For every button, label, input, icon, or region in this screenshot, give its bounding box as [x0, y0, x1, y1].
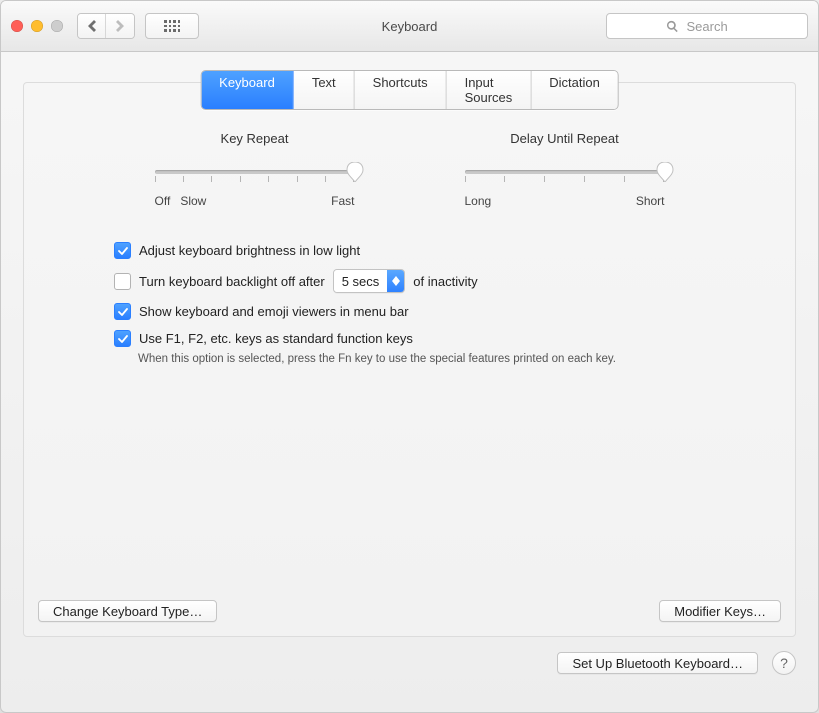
- bluetooth-keyboard-button[interactable]: Set Up Bluetooth Keyboard…: [557, 652, 758, 674]
- tab-bar: Keyboard Text Shortcuts Input Sources Di…: [200, 70, 619, 110]
- delay-group: Delay Until Repeat Long Short: [465, 131, 665, 208]
- tab-shortcuts[interactable]: Shortcuts: [355, 71, 447, 109]
- nav-forward-button[interactable]: [106, 14, 134, 38]
- key-repeat-off-label: Off: [155, 194, 171, 208]
- backlight-label-suffix: of inactivity: [413, 274, 477, 289]
- show-all-prefs-button[interactable]: [145, 13, 199, 39]
- delay-short-label: Short: [636, 194, 665, 208]
- brightness-label: Adjust keyboard brightness in low light: [139, 243, 360, 258]
- tab-text[interactable]: Text: [294, 71, 355, 109]
- key-repeat-slow-label: Slow: [180, 194, 206, 208]
- delay-title: Delay Until Repeat: [465, 131, 665, 146]
- key-repeat-title: Key Repeat: [155, 131, 355, 146]
- chevron-left-icon: [88, 20, 96, 32]
- options-list: Adjust keyboard brightness in low light …: [114, 242, 795, 365]
- option-fnkeys-row: Use F1, F2, etc. keys as standard functi…: [114, 330, 795, 347]
- zoom-window-button[interactable]: [51, 20, 63, 32]
- search-icon: [666, 20, 679, 33]
- nav-segmented-control: [77, 13, 135, 39]
- key-repeat-slider[interactable]: [155, 160, 355, 188]
- tab-dictation[interactable]: Dictation: [531, 71, 618, 109]
- check-icon: [118, 307, 128, 317]
- chevron-right-icon: [116, 20, 124, 32]
- tab-input-sources[interactable]: Input Sources: [447, 71, 532, 109]
- nav-back-button[interactable]: [78, 14, 106, 38]
- slider-thumb-icon: [656, 162, 674, 182]
- backlight-duration-select[interactable]: 5 secs: [333, 269, 406, 293]
- change-keyboard-type-button[interactable]: Change Keyboard Type…: [38, 600, 217, 622]
- emoji-checkbox[interactable]: [114, 303, 131, 320]
- preferences-window: Keyboard Keyboard Text Shortcuts Input S…: [0, 0, 819, 713]
- search-input[interactable]: [685, 18, 749, 35]
- tab-keyboard[interactable]: Keyboard: [201, 71, 294, 109]
- minimize-window-button[interactable]: [31, 20, 43, 32]
- check-icon: [118, 246, 128, 256]
- slider-thumb-icon: [346, 162, 364, 182]
- delay-labels: Long Short: [465, 194, 665, 208]
- titlebar: Keyboard: [1, 1, 818, 52]
- window-footer: Set Up Bluetooth Keyboard… ?: [1, 637, 818, 675]
- fnkeys-note: When this option is selected, press the …: [138, 353, 795, 365]
- key-repeat-group: Key Repeat Off Slow: [155, 131, 355, 208]
- delay-long-label: Long: [465, 194, 492, 208]
- modifier-keys-button[interactable]: Modifier Keys…: [659, 600, 781, 622]
- option-brightness-row: Adjust keyboard brightness in low light: [114, 242, 795, 259]
- fnkeys-label: Use F1, F2, etc. keys as standard functi…: [139, 331, 413, 346]
- brightness-checkbox[interactable]: [114, 242, 131, 259]
- panel-bottom-buttons: Change Keyboard Type… Modifier Keys…: [38, 600, 781, 622]
- option-emoji-row: Show keyboard and emoji viewers in menu …: [114, 303, 795, 320]
- close-window-button[interactable]: [11, 20, 23, 32]
- backlight-label-prefix: Turn keyboard backlight off after: [139, 274, 325, 289]
- backlight-duration-value: 5 secs: [334, 270, 388, 292]
- keyboard-panel: Keyboard Text Shortcuts Input Sources Di…: [23, 82, 796, 637]
- check-icon: [118, 334, 128, 344]
- grid-icon: [164, 20, 180, 32]
- option-backlight-row: Turn keyboard backlight off after 5 secs…: [114, 269, 795, 293]
- select-stepper-icon: [387, 270, 404, 292]
- fnkeys-checkbox[interactable]: [114, 330, 131, 347]
- help-button[interactable]: ?: [772, 651, 796, 675]
- emoji-label: Show keyboard and emoji viewers in menu …: [139, 304, 409, 319]
- help-icon: ?: [780, 655, 788, 671]
- traffic-lights: [11, 20, 63, 32]
- search-field[interactable]: [606, 13, 808, 39]
- backlight-checkbox[interactable]: [114, 273, 131, 290]
- delay-slider[interactable]: [465, 160, 665, 188]
- key-repeat-fast-label: Fast: [331, 194, 354, 208]
- key-repeat-labels: Off Slow Fast: [155, 194, 355, 208]
